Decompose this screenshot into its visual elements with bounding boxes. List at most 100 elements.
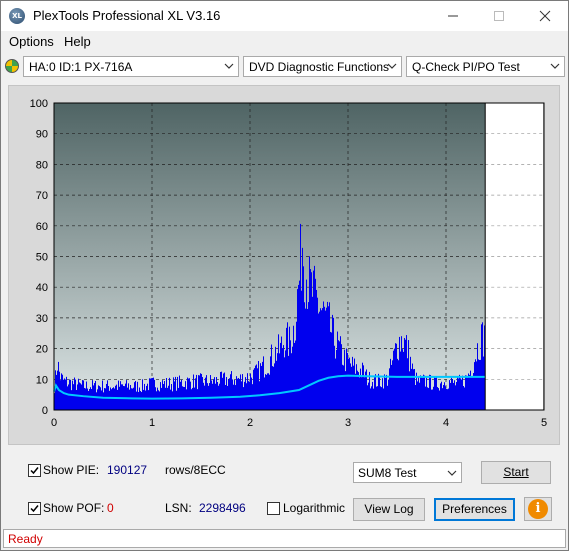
pie-bar — [306, 279, 307, 410]
pie-bar — [444, 382, 445, 410]
pie-bar — [288, 355, 289, 410]
pie-bar — [351, 366, 352, 410]
pie-bar — [158, 390, 159, 410]
title-bar[interactable]: XL PlexTools Professional XL V3.16 — [1, 1, 568, 31]
pie-bar — [109, 390, 110, 410]
pie-bar — [319, 311, 320, 410]
pie-bar — [449, 380, 450, 410]
pie-bar — [297, 289, 298, 410]
pie-bar — [466, 375, 467, 410]
menu-help[interactable]: Help — [64, 34, 91, 49]
pie-bar — [453, 382, 454, 410]
pie-bar — [283, 345, 284, 410]
pie-bar — [214, 377, 215, 410]
pie-bar — [322, 308, 323, 410]
minimize-button[interactable] — [430, 1, 476, 31]
function-select[interactable]: DVD Diagnostic Functions — [243, 56, 402, 77]
pie-bar — [238, 377, 239, 410]
pie-bar — [164, 380, 165, 410]
pie-bar — [349, 357, 350, 410]
pie-bar — [384, 374, 385, 410]
pie-bar — [482, 322, 483, 410]
pie-bar — [154, 379, 155, 410]
pie-bar — [89, 389, 90, 410]
pie-bar — [175, 376, 176, 410]
pie-bar — [321, 310, 322, 410]
pie-bar — [410, 356, 411, 410]
pie-bar — [388, 379, 389, 410]
window-title: PlexTools Professional XL V3.16 — [33, 8, 221, 23]
pie-bar — [125, 383, 126, 410]
drive-select-value: HA:0 ID:1 PX-716A — [29, 60, 133, 74]
y-tick-label: 100 — [30, 98, 48, 110]
pie-bar — [392, 360, 393, 410]
menu-options[interactable]: Options — [9, 34, 54, 49]
pie-bar — [343, 365, 344, 410]
x-tick-label: 3 — [345, 417, 351, 429]
pie-bar — [77, 384, 78, 410]
close-button[interactable] — [522, 1, 568, 31]
pie-bar — [188, 378, 189, 410]
x-tick-label: 1 — [149, 417, 155, 429]
y-tick-label: 80 — [36, 159, 48, 171]
pie-bar — [428, 387, 429, 410]
pie-bar — [433, 386, 434, 410]
pie-bar — [334, 345, 335, 410]
pie-bar — [207, 383, 208, 410]
pie-bar — [309, 256, 310, 410]
pie-bar — [112, 388, 113, 410]
pie-bar — [257, 368, 258, 410]
test-select[interactable]: Q-Check PI/PO Test — [406, 56, 565, 77]
pie-bar — [140, 390, 141, 410]
pie-bar — [271, 344, 272, 410]
pie-bar — [341, 344, 342, 410]
pie-bar — [163, 383, 164, 410]
pie-bar — [298, 284, 299, 410]
pie-bar — [76, 390, 77, 410]
pie-bar — [308, 302, 309, 410]
pie-bar — [416, 372, 417, 410]
pie-bar — [58, 361, 59, 410]
pie-bar — [374, 377, 375, 410]
pie-bar — [420, 375, 421, 410]
pie-bar — [286, 327, 287, 410]
info-button[interactable]: i — [524, 497, 552, 521]
show-pie-checkbox[interactable] — [28, 464, 41, 477]
x-tick-label: 0 — [51, 417, 57, 429]
pie-bar — [254, 368, 255, 410]
y-tick-label: 20 — [36, 344, 48, 356]
pie-bar — [269, 374, 270, 410]
pie-bar — [195, 378, 196, 410]
pie-bar — [401, 336, 402, 410]
pie-bar — [338, 340, 339, 410]
logarithmic-checkbox[interactable] — [267, 502, 280, 515]
pie-bar — [340, 336, 341, 410]
pie-bar — [331, 332, 332, 410]
drive-select[interactable]: HA:0 ID:1 PX-716A — [23, 56, 239, 77]
pie-bar — [344, 349, 345, 410]
show-pof-checkbox[interactable] — [28, 502, 41, 515]
chevron-down-icon — [224, 63, 234, 69]
pie-bar — [185, 381, 186, 410]
pie-bar — [147, 383, 148, 410]
x-tick-label: 5 — [541, 417, 547, 429]
pie-bar — [92, 380, 93, 410]
pie-bar — [356, 364, 357, 410]
start-button[interactable]: Start — [481, 461, 551, 484]
pie-bar — [335, 358, 336, 410]
pie-bar — [117, 389, 118, 410]
pie-bar — [152, 377, 153, 410]
pie-bar — [381, 387, 382, 410]
pie-bar — [439, 390, 440, 410]
view-log-button[interactable]: View Log — [353, 498, 425, 521]
pie-bar — [415, 385, 416, 410]
pie-bar — [440, 383, 441, 410]
preferences-button[interactable]: Preferences — [434, 498, 515, 521]
pie-bar — [196, 374, 197, 410]
maximize-button[interactable] — [476, 1, 522, 31]
pie-bar — [372, 381, 373, 410]
pie-value: 190127 — [107, 463, 148, 477]
pie-bar — [105, 388, 106, 410]
pie-bar — [376, 386, 377, 410]
sum-test-select[interactable]: SUM8 Test — [353, 462, 462, 483]
